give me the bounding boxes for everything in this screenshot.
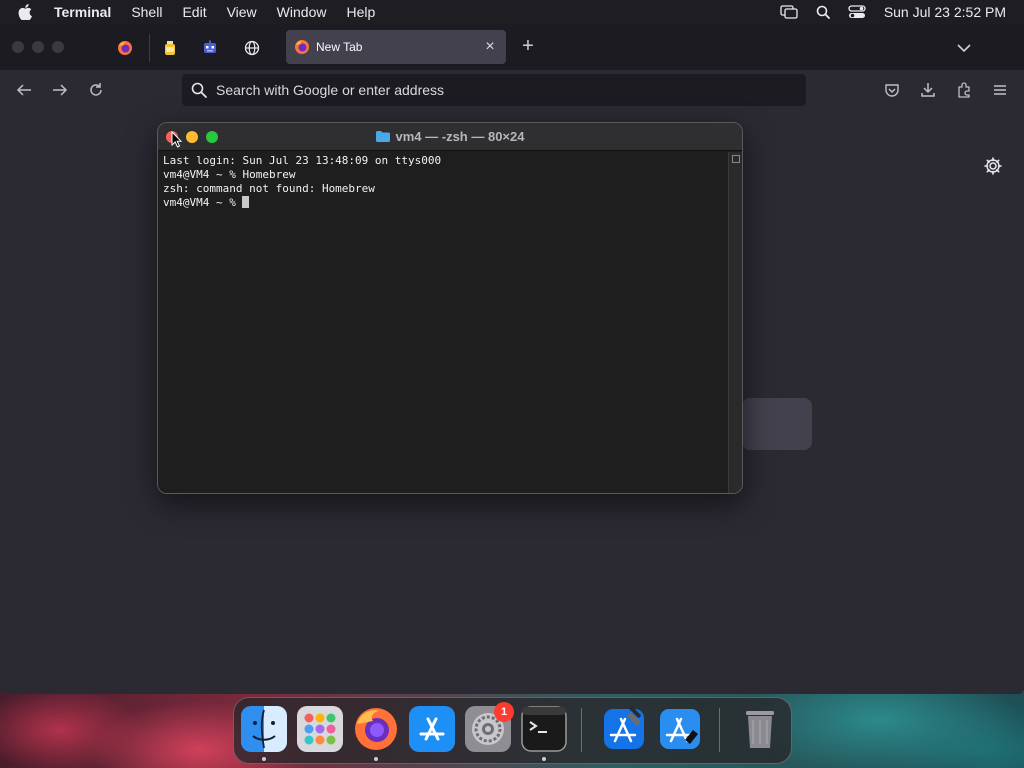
terminal-scrollbar[interactable] [728, 152, 742, 493]
terminal-line: Last login: Sun Jul 23 13:48:09 on ttys0… [163, 154, 442, 167]
hamburger-menu-icon[interactable] [990, 80, 1010, 100]
system-settings-badge: 1 [494, 702, 514, 722]
terminal-running-indicator [542, 757, 546, 761]
tab-strip: New Tab × + [0, 24, 1024, 70]
reload-icon[interactable] [86, 80, 106, 100]
spotlight-search-icon[interactable] [812, 4, 834, 20]
customize-new-tab-gear-icon[interactable] [983, 156, 1003, 176]
terminal-title-text: vm4 — -zsh — 80×24 [395, 129, 525, 144]
menu-app-name[interactable]: Terminal [54, 4, 111, 20]
menu-bar: Terminal Shell Edit View Window Help Sun… [0, 0, 1024, 24]
firefox-running-indicator [374, 757, 378, 761]
control-center-icon[interactable] [846, 4, 868, 20]
firefox-icon [114, 37, 136, 59]
pinned-tab-2[interactable] [199, 37, 221, 59]
launchpad-icon[interactable] [297, 706, 343, 752]
tab-new-tab[interactable]: New Tab × [286, 30, 506, 64]
menu-edit[interactable]: Edit [182, 4, 206, 20]
back-arrow-icon[interactable] [14, 80, 34, 100]
menubar-clock[interactable]: Sun Jul 23 2:52 PM [884, 4, 1006, 20]
scrollbar-marker-icon [732, 155, 740, 163]
browser-close-button[interactable] [12, 41, 24, 53]
url-bar[interactable] [182, 74, 806, 106]
terminal-cursor [242, 196, 250, 208]
globe-icon [241, 37, 263, 59]
terminal-minimize-button[interactable] [186, 131, 198, 143]
terminal-output[interactable]: Last login: Sun Jul 23 13:48:09 on ttys0… [158, 152, 730, 493]
downloads-icon[interactable] [918, 80, 938, 100]
trash-icon[interactable] [737, 706, 783, 752]
dock-divider [581, 708, 582, 752]
firefox-icon [294, 39, 310, 55]
menu-shell[interactable]: Shell [131, 4, 162, 20]
terminal-line: zsh: command not found: Homebrew [163, 182, 375, 195]
terminal-prompt-line: vm4@VM4 ~ % [163, 196, 725, 210]
forward-arrow-icon[interactable] [50, 80, 70, 100]
screen-mirroring-icon[interactable] [778, 4, 800, 20]
terminal-title: vm4 — -zsh — 80×24 [375, 129, 525, 144]
browser-minimize-button[interactable] [32, 41, 44, 53]
browser-zoom-button[interactable] [52, 41, 64, 53]
bottle-icon [159, 37, 181, 59]
apple-menu-icon[interactable] [18, 4, 38, 20]
terminal-line: vm4@VM4 ~ % Homebrew [163, 168, 296, 181]
new-tab-button[interactable]: + [518, 36, 538, 56]
shortcut-tile[interactable] [742, 398, 812, 450]
pinned-tabs-divider [149, 34, 150, 62]
terminal-window: vm4 — -zsh — 80×24 Last login: Sun Jul 2… [157, 122, 743, 494]
pinned-tab-firefox[interactable] [114, 37, 136, 59]
finder-icon[interactable] [241, 706, 287, 752]
terminal-zoom-button[interactable] [206, 131, 218, 143]
search-icon [190, 81, 208, 99]
browser-window-controls [12, 41, 64, 53]
tab-title: New Tab [316, 40, 363, 54]
mouse-pointer-icon [171, 130, 183, 149]
finder-running-indicator [262, 757, 266, 761]
firefox-icon[interactable] [353, 706, 399, 752]
folder-icon [375, 131, 390, 142]
app-store-icon[interactable] [409, 706, 455, 752]
dock-divider [719, 708, 720, 752]
simulator-icon[interactable] [657, 706, 703, 752]
pinned-tab-1[interactable] [159, 37, 181, 59]
pinned-tab-3[interactable] [241, 37, 263, 59]
address-input[interactable] [216, 82, 776, 98]
robot-icon [199, 37, 221, 59]
menu-help[interactable]: Help [346, 4, 375, 20]
terminal-titlebar[interactable]: vm4 — -zsh — 80×24 [158, 123, 742, 151]
menu-window[interactable]: Window [277, 4, 327, 20]
xcode-icon[interactable] [601, 706, 647, 752]
terminal-app-icon[interactable] [521, 706, 567, 752]
extensions-icon[interactable] [954, 80, 974, 100]
list-all-tabs-chevron-icon[interactable] [954, 38, 974, 58]
menu-view[interactable]: View [227, 4, 257, 20]
pocket-icon[interactable] [882, 80, 902, 100]
terminal-prompt: vm4@VM4 ~ % [163, 196, 243, 209]
tab-close-icon[interactable]: × [482, 39, 498, 55]
